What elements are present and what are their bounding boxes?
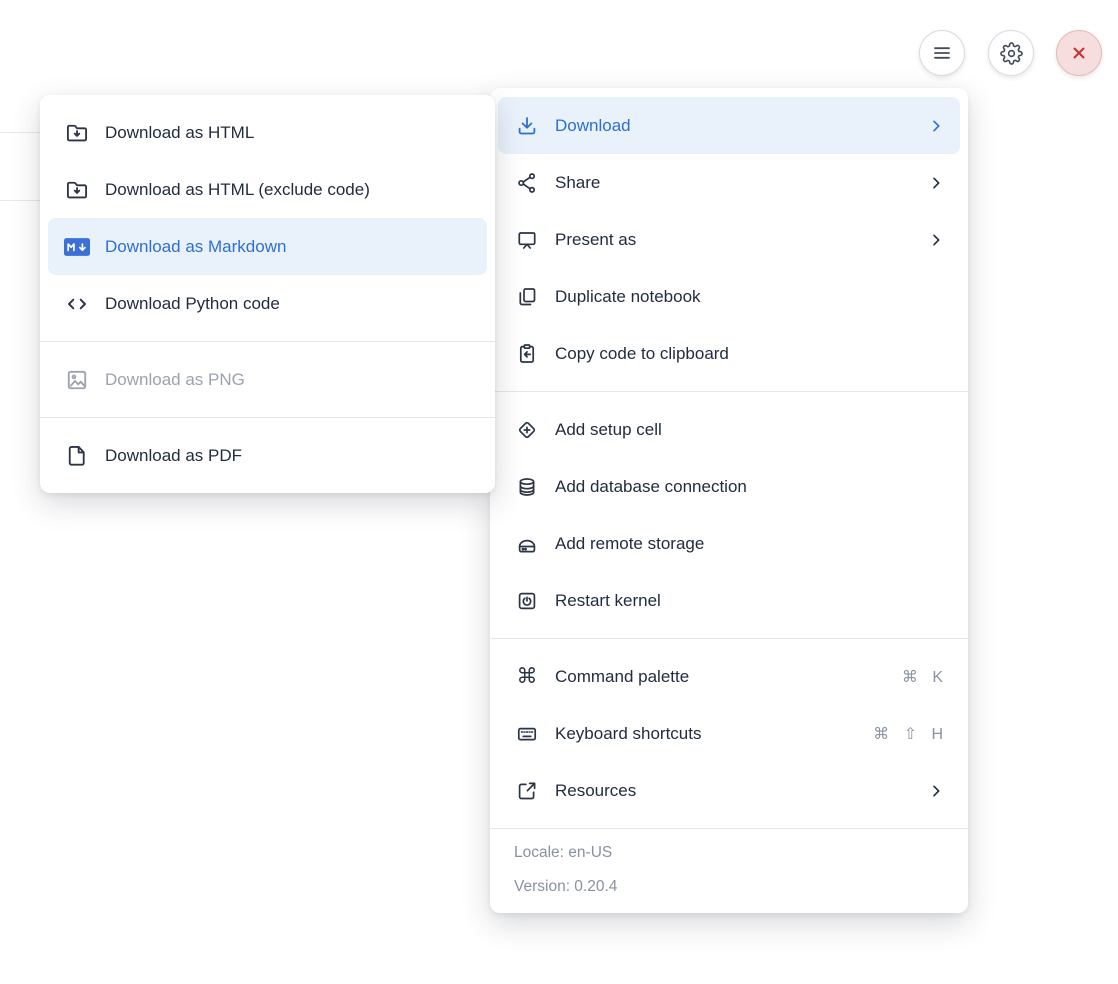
external-link-icon xyxy=(514,778,540,804)
gear-icon xyxy=(1000,42,1023,65)
menu-item-download[interactable]: Download xyxy=(498,97,960,154)
file-icon xyxy=(64,443,90,469)
restart-kernel-icon xyxy=(514,588,540,614)
menu-item-label: Present as xyxy=(555,230,913,250)
menu-section-notebook: Add setup cell Add database connection xyxy=(490,391,968,638)
menu-item-label: Download Python code xyxy=(105,294,471,314)
menu-item-share[interactable]: Share xyxy=(498,154,960,211)
page-rule xyxy=(0,132,44,133)
database-icon xyxy=(514,474,540,500)
hamburger-menu-button[interactable] xyxy=(919,30,965,76)
menu-item-resources[interactable]: Resources xyxy=(498,762,960,819)
menu-item-label: Add database connection xyxy=(555,477,944,497)
shortcut-hint: ⌘ K xyxy=(902,667,944,687)
hamburger-icon xyxy=(931,42,953,64)
folder-download-icon xyxy=(64,177,90,203)
submenu-item-download-as-markdown[interactable]: Download as Markdown xyxy=(48,218,487,275)
submenu-item-download-as-pdf[interactable]: Download as PDF xyxy=(48,427,487,484)
markdown-icon xyxy=(64,234,90,260)
notebook-context-menu: Download Share xyxy=(490,88,968,913)
menu-item-copy-code[interactable]: Copy code to clipboard xyxy=(498,325,960,382)
download-icon xyxy=(514,113,540,139)
menu-item-label: Restart kernel xyxy=(555,591,944,611)
keyboard-icon xyxy=(514,721,540,747)
submenu-section-pdf: Download as PDF xyxy=(40,417,495,493)
submenu-section-documents: Download as HTML Download as HTML (exclu… xyxy=(40,95,495,341)
menu-item-restart-kernel[interactable]: Restart kernel xyxy=(498,572,960,629)
menu-section-export: Download Share xyxy=(490,88,968,391)
menu-item-present-as[interactable]: Present as xyxy=(498,211,960,268)
chevron-right-icon xyxy=(928,232,944,248)
submenu-item-download-as-html-exclude-code[interactable]: Download as HTML (exclude code) xyxy=(48,161,487,218)
settings-button[interactable] xyxy=(988,30,1034,76)
share-icon xyxy=(514,170,540,196)
chevron-right-icon xyxy=(928,118,944,134)
locale-info: Locale: en-US xyxy=(514,836,944,870)
menu-item-label: Resources xyxy=(555,781,913,801)
copy-clipboard-icon xyxy=(514,341,540,367)
version-info: Version: 0.20.4 xyxy=(514,870,944,904)
menu-item-label: Share xyxy=(555,173,913,193)
menu-item-label: Command palette xyxy=(555,667,887,687)
chevron-right-icon xyxy=(928,783,944,799)
folder-download-icon xyxy=(64,120,90,146)
menu-item-label: Duplicate notebook xyxy=(555,287,944,307)
submenu-item-download-python-code[interactable]: Download Python code xyxy=(48,275,487,332)
menu-item-add-setup-cell[interactable]: Add setup cell xyxy=(498,401,960,458)
command-palette-icon: ⌘ xyxy=(514,664,540,690)
image-icon xyxy=(64,367,90,393)
code-icon xyxy=(64,291,90,317)
remote-storage-icon xyxy=(514,531,540,557)
menu-item-label: Add remote storage xyxy=(555,534,944,554)
menu-item-label: Download as Markdown xyxy=(105,237,471,257)
menu-item-label: Add setup cell xyxy=(555,420,944,440)
submenu-item-download-as-html[interactable]: Download as HTML xyxy=(48,104,487,161)
download-submenu: Download as HTML Download as HTML (exclu… xyxy=(40,95,495,493)
page-rule xyxy=(0,200,44,201)
menu-item-duplicate-notebook[interactable]: Duplicate notebook xyxy=(498,268,960,325)
submenu-section-image: Download as PNG xyxy=(40,341,495,417)
close-button[interactable] xyxy=(1056,30,1102,76)
menu-item-label: Copy code to clipboard xyxy=(555,344,944,364)
menu-item-label: Download as PNG xyxy=(105,370,471,390)
page-background: Download Share xyxy=(0,0,1118,984)
shortcut-hint: ⌘ ⇧ H xyxy=(873,724,944,744)
duplicate-icon xyxy=(514,284,540,310)
menu-footer: Locale: en-US Version: 0.20.4 xyxy=(490,828,968,913)
menu-section-help: ⌘ Command palette ⌘ K Keyboard shortcuts… xyxy=(490,638,968,828)
menu-item-add-database-connection[interactable]: Add database connection xyxy=(498,458,960,515)
menu-item-label: Download as HTML xyxy=(105,123,471,143)
menu-item-label: Download xyxy=(555,116,913,136)
menu-item-label: Download as PDF xyxy=(105,446,471,466)
present-icon xyxy=(514,227,540,253)
menu-item-command-palette[interactable]: ⌘ Command palette ⌘ K xyxy=(498,648,960,705)
menu-item-label: Keyboard shortcuts xyxy=(555,724,858,744)
add-cell-icon xyxy=(514,417,540,443)
menu-item-add-remote-storage[interactable]: Add remote storage xyxy=(498,515,960,572)
chevron-right-icon xyxy=(928,175,944,191)
menu-item-keyboard-shortcuts[interactable]: Keyboard shortcuts ⌘ ⇧ H xyxy=(498,705,960,762)
close-icon xyxy=(1069,43,1089,63)
submenu-item-download-as-png[interactable]: Download as PNG xyxy=(48,351,487,408)
menu-item-label: Download as HTML (exclude code) xyxy=(105,180,471,200)
